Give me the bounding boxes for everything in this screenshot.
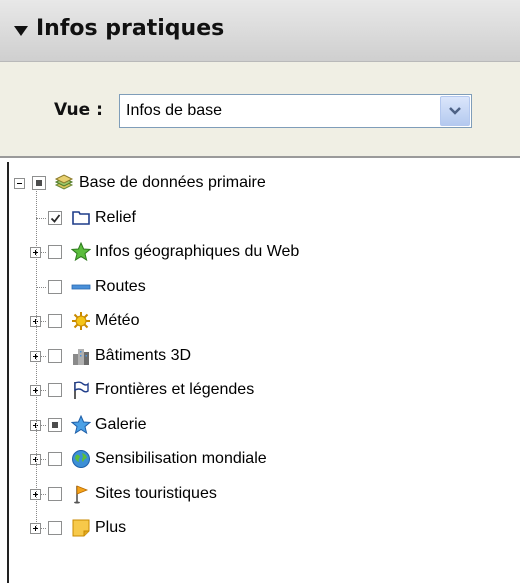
tree-item-row[interactable]: Routes [0, 271, 520, 305]
tree-item-row[interactable]: Infos géographiques du Web [0, 236, 520, 270]
layer-checkbox[interactable] [48, 521, 62, 535]
tree-item-row[interactable]: Relief [0, 202, 520, 236]
globe-icon [71, 449, 91, 469]
flag-icon [71, 380, 91, 400]
view-select-value: Infos de base [126, 102, 223, 119]
layer-checkbox[interactable] [48, 383, 62, 397]
layer-checkbox[interactable] [48, 314, 62, 328]
layer-checkbox[interactable] [48, 348, 62, 363]
layer-label[interactable]: Sites touristiques [95, 485, 217, 503]
road-icon [71, 277, 91, 297]
collapse-toggle-icon[interactable] [14, 178, 25, 189]
layer-label[interactable]: Sensibilisation mondiale [95, 450, 267, 468]
star-green-icon [71, 242, 91, 262]
panel-header[interactable]: Infos pratiques [0, 0, 520, 62]
tree-item-row[interactable]: Bâtiments 3D [0, 340, 520, 374]
layer-label[interactable]: Galerie [95, 416, 147, 434]
buildings-icon [71, 346, 91, 366]
layer-checkbox[interactable] [48, 452, 62, 466]
view-select[interactable]: Infos de base [119, 94, 472, 128]
tree-connector [36, 217, 46, 219]
tree-item-row[interactable]: Galerie [0, 409, 520, 443]
tree-item-row[interactable]: Plus [0, 512, 520, 546]
layer-checkbox[interactable] [48, 279, 62, 294]
view-bar: Vue : Infos de base [0, 62, 520, 158]
dropdown-button[interactable] [440, 96, 470, 126]
layer-label[interactable]: Météo [95, 312, 139, 330]
folder-icon [71, 208, 91, 228]
layer-checkbox[interactable] [48, 417, 62, 432]
tree-root-row[interactable]: Base de données primaire [0, 167, 520, 201]
chevron-down-icon [449, 107, 461, 115]
layer-checkbox[interactable] [32, 176, 46, 190]
layer-label[interactable]: Relief [95, 209, 136, 227]
layer-checkbox[interactable] [48, 210, 62, 225]
tree-connector [36, 286, 46, 288]
layer-label[interactable]: Frontières et légendes [95, 381, 254, 399]
pin-flag-icon [71, 484, 91, 504]
tree-item-row[interactable]: Météo [0, 305, 520, 339]
layer-label[interactable]: Infos géographiques du Web [95, 243, 299, 261]
layer-label[interactable]: Plus [95, 519, 126, 537]
layer-label[interactable]: Base de données primaire [79, 174, 266, 192]
star-blue-icon [71, 414, 91, 435]
panel-title: Infos pratiques [36, 16, 225, 41]
tree-guide-line [36, 191, 37, 528]
layer-checkbox[interactable] [48, 486, 62, 501]
layer-checkbox[interactable] [48, 245, 62, 259]
note-icon [71, 518, 91, 538]
view-label: Vue : [54, 100, 103, 120]
tree-item-row[interactable]: Frontières et légendes [0, 374, 520, 408]
tree-item-row[interactable]: Sites touristiques [0, 478, 520, 512]
layer-label[interactable]: Bâtiments 3D [95, 347, 191, 365]
layers-icon [54, 173, 74, 193]
tree-item-row[interactable]: Sensibilisation mondiale [0, 443, 520, 477]
sun-icon [71, 311, 91, 331]
collapse-triangle-icon[interactable] [14, 26, 28, 36]
layer-label[interactable]: Routes [95, 278, 146, 296]
